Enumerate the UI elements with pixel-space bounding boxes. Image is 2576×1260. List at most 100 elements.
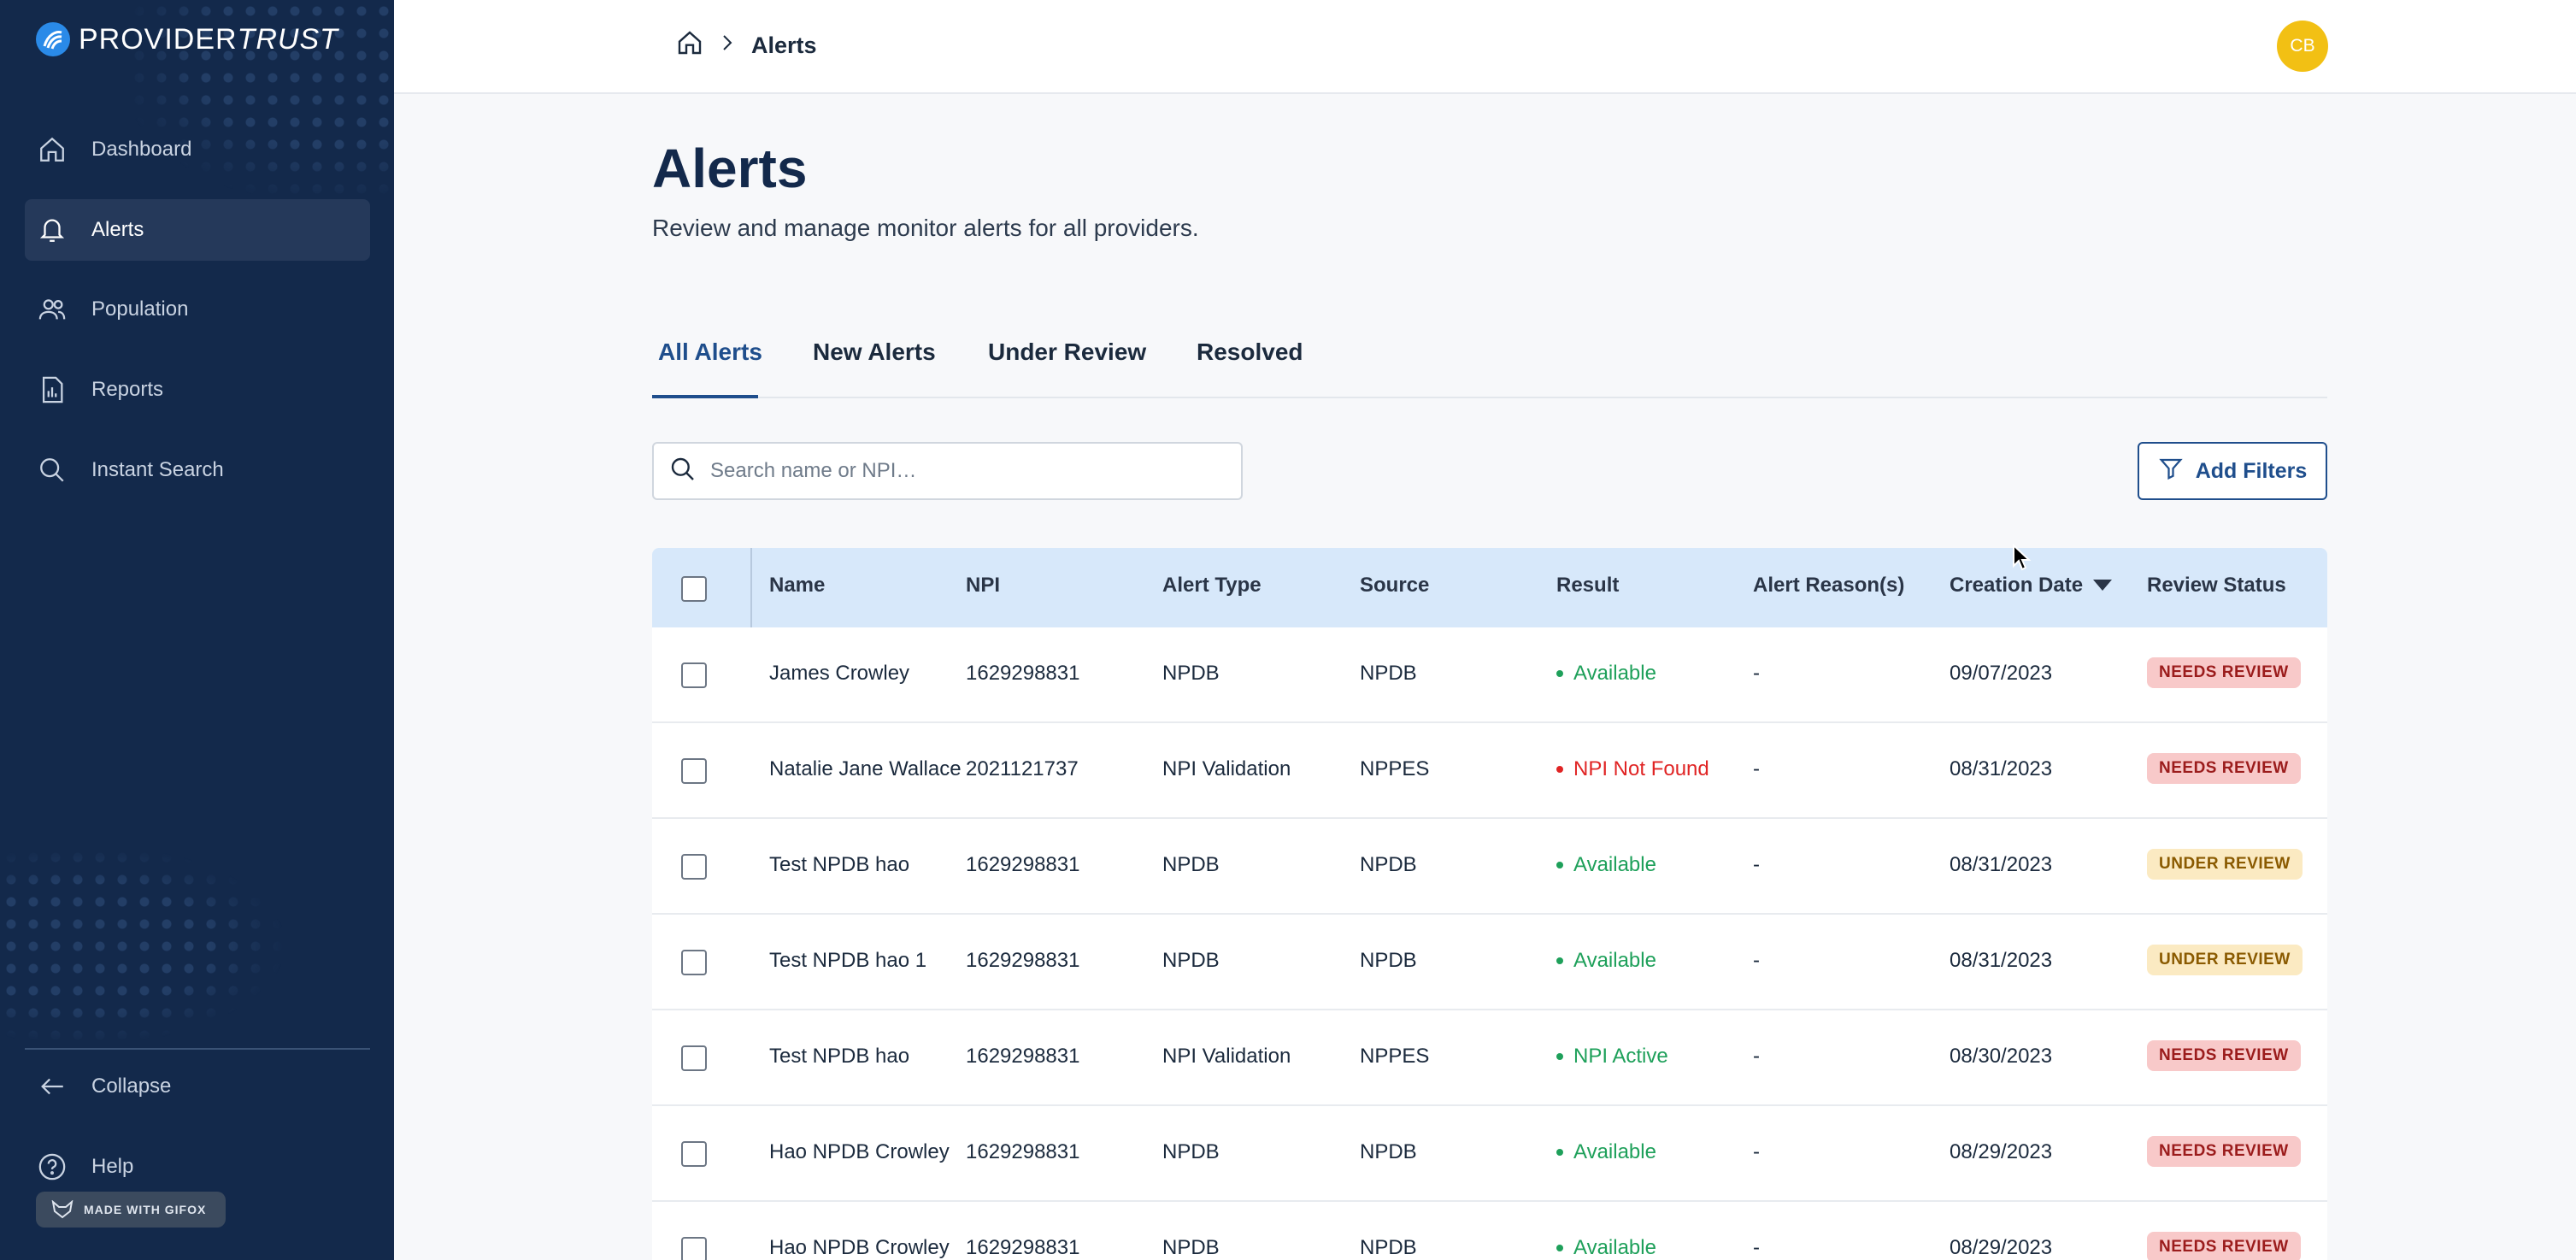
home-icon [35,132,69,167]
cell-result: Available [1556,853,1656,877]
sidebar-help-button[interactable]: Help [25,1136,370,1198]
sort-desc-icon [2093,574,2113,598]
row-checkbox[interactable] [681,1045,707,1071]
cell-alert-reason: - [1753,1236,1760,1259]
sidebar-collapse-button[interactable]: Collapse [25,1056,370,1117]
status-dot-icon [1556,957,1563,964]
logo-icon [36,22,70,56]
page-subtitle: Review and manage monitor alerts for all… [652,215,1199,241]
brand-logo[interactable]: PROVIDERTRUST [36,22,338,56]
cell-alert-reason: - [1753,1140,1760,1163]
help-icon [35,1150,69,1184]
cell-alert-reason: - [1753,949,1760,972]
tab-label: Under Review [988,339,1147,365]
column-header-name[interactable]: Name [769,574,825,598]
cell-npi: 1629298831 [966,662,1080,685]
cell-result: Available [1556,1236,1656,1260]
row-checkbox[interactable] [681,662,707,688]
cell-npi: 1629298831 [966,1236,1080,1259]
mouse-cursor [2012,543,2032,575]
cell-alert-type: NPDB [1162,1140,1220,1163]
cell-result: NPI Active [1556,1045,1668,1069]
cell-creation-date: 08/31/2023 [1950,853,2053,876]
tab-new-alerts[interactable]: New Alerts [813,339,936,393]
breadcrumb-current: Alerts [751,32,817,58]
cell-creation-date: 08/30/2023 [1950,1045,2053,1068]
table-row[interactable]: Hao NPDB Crowley 1629298831 NPDB NPDB - 08/29… [652,1202,2327,1260]
tab-label: New Alerts [813,339,936,365]
result-text: Available [1573,949,1656,972]
sidebar-item-population[interactable]: Population [25,279,370,340]
cell-npi: 1629298831 [966,1045,1080,1068]
tab-resolved[interactable]: Resolved [1197,339,1303,393]
row-checkbox[interactable] [681,758,707,784]
cell-name: James Crowley [769,662,910,685]
gifox-watermark: MADE WITH GIFOX [36,1192,226,1228]
brand-name: PROVIDER [79,22,238,56]
cell-result: Available [1556,949,1656,973]
cell-alert-type: NPI Validation [1162,1045,1291,1068]
result-text: Available [1573,1140,1656,1163]
home-icon[interactable] [676,29,703,62]
breadcrumb: Alerts [676,29,817,62]
cell-creation-date: 08/31/2023 [1950,757,2053,780]
cell-source: NPPES [1360,1045,1430,1068]
result-text: NPI Not Found [1573,757,1709,780]
select-all-checkbox[interactable] [681,576,707,602]
table-row[interactable]: Test NPDB hao 1 1629298831 NPDB NPDB - 08/31/… [652,915,2327,1010]
table-row[interactable]: Hao NPDB Crowley 1629298831 NPDB NPDB - 08/29… [652,1106,2327,1202]
cell-name: Test NPDB hao [769,853,910,876]
tab-all-alerts[interactable]: All Alerts [658,339,762,393]
sidebar-item-instant-search[interactable]: Instant Search [25,439,370,501]
row-checkbox[interactable] [681,1141,707,1167]
search-input[interactable] [710,459,1223,483]
collapse-label: Collapse [91,1075,172,1098]
filter-icon [2158,456,2184,487]
status-dot-icon [1556,1053,1563,1060]
cell-creation-date: 08/29/2023 [1950,1236,2053,1259]
column-header-source[interactable]: Source [1360,574,1429,598]
active-tab-indicator [652,395,758,398]
status-badge: NEEDS REVIEW [2147,753,2301,784]
status-dot-icon [1556,670,1563,677]
sidebar-item-alerts[interactable]: Alerts [25,199,370,261]
column-header-alert-reasons[interactable]: Alert Reason(s) [1753,574,1904,598]
sidebar-item-dashboard[interactable]: Dashboard [25,119,370,180]
row-checkbox[interactable] [681,950,707,975]
cell-alert-type: NPDB [1162,1236,1220,1259]
people-icon [35,292,69,327]
cell-creation-date: 09/07/2023 [1950,662,2053,685]
bell-icon [35,213,69,247]
row-checkbox[interactable] [681,854,707,880]
arrow-left-icon [35,1069,69,1104]
table-row[interactable]: Test NPDB hao 1629298831 NPI Validation NPP… [652,1010,2327,1106]
avatar[interactable]: CB [2277,21,2328,72]
add-filters-label: Add Filters [2195,458,2308,483]
sidebar-item-label: Dashboard [91,138,192,161]
result-text: NPI Active [1573,1045,1668,1068]
column-header-creation-date[interactable]: Creation Date [1950,574,2113,598]
sidebar-item-label: Population [91,297,189,321]
table-row[interactable]: Test NPDB hao 1629298831 NPDB NPDB - 08/31/20… [652,819,2327,915]
column-header-npi[interactable]: NPI [966,574,1000,598]
cell-alert-type: NPI Validation [1162,757,1291,780]
status-dot-icon [1556,862,1563,868]
sidebar-item-label: Reports [91,378,164,401]
table-row[interactable]: Natalie Jane Wallace 2021121737 NPI Valida… [652,723,2327,819]
cell-alert-reason: - [1753,1045,1760,1068]
sidebar-item-reports[interactable]: Reports [25,359,370,421]
row-checkbox[interactable] [681,1237,707,1260]
status-dot-icon [1556,766,1563,773]
table-row[interactable]: James Crowley 1629298831 NPDB NPDB - 09/07/20… [652,627,2327,723]
result-text: Available [1573,1236,1656,1259]
column-header-alert-type[interactable]: Alert Type [1162,574,1262,598]
gifox-label: MADE WITH GIFOX [84,1203,207,1216]
search-icon [35,453,69,487]
search-box[interactable] [652,442,1243,500]
tab-under-review[interactable]: Under Review [988,339,1146,393]
column-divider [750,548,752,627]
column-header-result[interactable]: Result [1556,574,1619,598]
add-filters-button[interactable]: Add Filters [2138,442,2327,500]
tab-label: Resolved [1197,339,1303,365]
column-header-review-status[interactable]: Review Status [2147,574,2286,598]
